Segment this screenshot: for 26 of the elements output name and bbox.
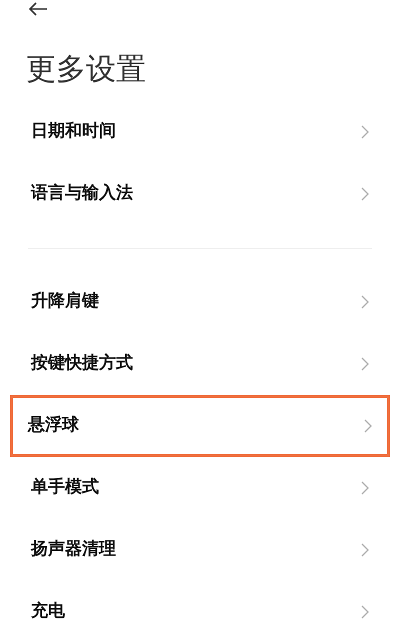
chevron-icon [361, 543, 369, 557]
settings-item[interactable]: 日期和时间 [10, 101, 390, 163]
chevron-icon [361, 357, 369, 371]
item-label: 单手模式 [31, 476, 99, 500]
item-label: 悬浮球 [28, 414, 79, 438]
settings-item[interactable]: 升降肩键 [10, 271, 390, 333]
chevron-icon [361, 125, 369, 139]
chevron-icon [364, 419, 372, 433]
item-label: 按键快捷方式 [31, 352, 133, 376]
item-label: 语言与输入法 [31, 182, 133, 206]
chevron-icon [361, 481, 369, 495]
settings-item[interactable]: 充电 [10, 581, 390, 624]
chevron-icon [361, 295, 369, 309]
settings-item[interactable]: 扬声器清理 [10, 519, 390, 581]
item-label: 日期和时间 [31, 120, 116, 144]
chevron-icon [361, 605, 369, 619]
settings-item[interactable]: 按键快捷方式 [10, 333, 390, 395]
settings-item[interactable]: 单手模式 [10, 457, 390, 519]
item-label: 升降肩键 [31, 290, 99, 314]
chevron-icon [361, 187, 369, 201]
back-arrow-icon[interactable] [28, 2, 48, 16]
item-label: 扬声器清理 [31, 538, 116, 562]
page-title: 更多设置 [26, 52, 146, 88]
item-label: 充电 [31, 600, 65, 624]
settings-item[interactable]: 悬浮球 [10, 395, 390, 457]
settings-item[interactable]: 语言与输入法 [10, 163, 390, 225]
